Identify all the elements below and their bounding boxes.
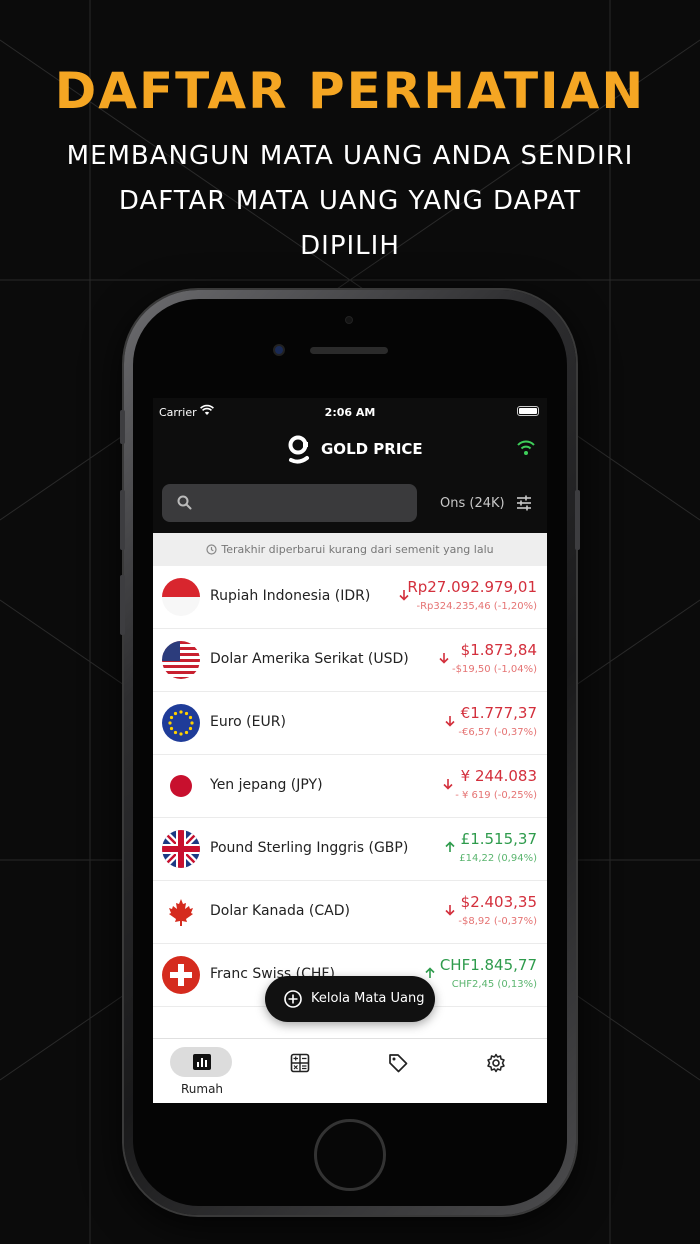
promo-subline-line: DIPILIH <box>300 231 400 261</box>
flag-japan-icon <box>162 767 200 805</box>
currency-price: $2.403,35 <box>460 893 537 911</box>
search-icon <box>177 495 192 510</box>
currency-change: -$8,92 (-0,37%) <box>458 916 537 927</box>
currency-row-idr[interactable]: Rupiah Indonesia (IDR) Rp27.092.979,01 -… <box>153 566 547 629</box>
battery-icon <box>517 406 539 416</box>
currency-price: £1.515,37 <box>460 830 537 848</box>
flag-eu-icon <box>162 704 200 742</box>
arrow-down-icon <box>439 653 449 664</box>
currency-change: -€6,57 (-0,37%) <box>458 727 537 738</box>
volume-up-button <box>120 490 125 550</box>
currency-row-gbp[interactable]: Pound Sterling Inggris (GBP) £1.515,37 £… <box>153 818 547 881</box>
currency-price: ¥ 244.083 <box>460 767 537 785</box>
clock-icon <box>206 544 217 555</box>
currency-list: Terakhir diperbarui kurang dari semenit … <box>153 533 547 1038</box>
chart-icon <box>193 1054 211 1070</box>
tab-home[interactable]: Rumah <box>153 1039 251 1103</box>
tag-icon <box>389 1054 408 1073</box>
plus-circle-icon <box>284 990 302 1008</box>
currency-name: Dolar Amerika Serikat (USD) <box>210 651 409 667</box>
unit-label[interactable]: Ons (24K) <box>440 496 505 511</box>
arrow-down-icon <box>443 779 453 790</box>
flag-indonesia-icon <box>162 578 200 616</box>
tab-settings[interactable] <box>447 1039 545 1103</box>
front-camera <box>273 344 285 356</box>
currency-row-jpy[interactable]: Yen jepang (JPY) ¥ 244.083 - ¥ 619 (-0,2… <box>153 755 547 818</box>
promo-headline: DAFTAR PERHATIAN <box>54 62 646 120</box>
currency-name: Euro (EUR) <box>210 714 286 730</box>
currency-row-usd[interactable]: Dolar Amerika Serikat (USD) $1.873,84 -$… <box>153 629 547 692</box>
flag-switzerland-icon <box>162 956 200 994</box>
currency-change: - ¥ 619 (-0,25%) <box>455 790 537 801</box>
currency-price: €1.777,37 <box>460 704 537 722</box>
currency-row-eur[interactable]: Euro (EUR) €1.777,37 -€6,57 (-0,37%) <box>153 692 547 755</box>
currency-change: -$19,50 (-1,04%) <box>452 664 537 675</box>
currency-row-cad[interactable]: Dolar Kanada (CAD) $2.403,35 -$8,92 (-0,… <box>153 881 547 944</box>
currency-change: £14,22 (0,94%) <box>459 853 537 864</box>
currency-name: Dolar Kanada (CAD) <box>210 903 350 919</box>
calculator-icon <box>290 1053 310 1073</box>
gear-icon <box>487 1053 505 1073</box>
earpiece-speaker <box>310 347 388 354</box>
promo-subline: MEMBANGUN MATA UANG ANDA SENDIRI DAFTAR … <box>40 134 660 269</box>
currency-price: CHF1.845,77 <box>439 956 537 974</box>
flag-usa-icon <box>162 641 200 679</box>
arrow-down-icon <box>445 905 455 916</box>
promo-subline-line: DAFTAR MATA UANG YANG DAPAT <box>118 186 582 216</box>
manage-currencies-label: Kelola Mata Uang <box>311 991 425 1006</box>
wifi-icon[interactable] <box>515 438 537 456</box>
flag-canada-icon <box>162 893 200 931</box>
arrow-up-icon <box>445 841 455 852</box>
tab-calculator[interactable] <box>251 1039 349 1103</box>
status-bar: Carrier 2:06 AM <box>153 398 547 426</box>
currency-name: Yen jepang (JPY) <box>210 777 323 793</box>
flag-uk-icon <box>162 830 200 868</box>
arrow-down-icon <box>445 716 455 727</box>
g-logo-icon <box>288 435 309 464</box>
currency-price: Rp27.092.979,01 <box>407 578 537 596</box>
tab-home-label: Rumah <box>180 1082 224 1096</box>
home-button[interactable] <box>314 1119 386 1191</box>
sliders-icon[interactable] <box>515 494 533 512</box>
currency-change: CHF2,45 (0,13%) <box>451 979 537 990</box>
currency-price: $1.873,84 <box>460 641 537 659</box>
app-screen: Carrier 2:06 AM GOLD PRICE Ons (24K) Ter… <box>153 398 547 1103</box>
search-box[interactable] <box>162 484 417 522</box>
promo-subline-line: MEMBANGUN MATA UANG ANDA SENDIRI <box>66 141 634 171</box>
mute-switch <box>120 410 125 444</box>
tab-tags[interactable] <box>349 1039 447 1103</box>
status-time: 2:06 AM <box>324 406 376 419</box>
tab-bar: Rumah <box>153 1038 547 1103</box>
last-updated-text: Terakhir diperbarui kurang dari semenit … <box>221 543 494 556</box>
arrow-up-icon <box>425 967 435 978</box>
manage-currencies-button[interactable]: Kelola Mata Uang <box>265 976 435 1022</box>
power-button <box>575 490 580 550</box>
volume-down-button <box>120 575 125 635</box>
app-header: GOLD PRICE <box>153 432 547 470</box>
proximity-sensor <box>345 316 353 324</box>
currency-change: -Rp324.235,46 (-1,20%) <box>416 601 537 612</box>
currency-name: Pound Sterling Inggris (GBP) <box>210 840 409 856</box>
currency-name: Rupiah Indonesia (IDR) <box>210 588 371 604</box>
last-updated-bar: Terakhir diperbarui kurang dari semenit … <box>153 533 547 566</box>
app-title: GOLD PRICE <box>321 440 423 458</box>
search-input[interactable] <box>202 484 407 522</box>
